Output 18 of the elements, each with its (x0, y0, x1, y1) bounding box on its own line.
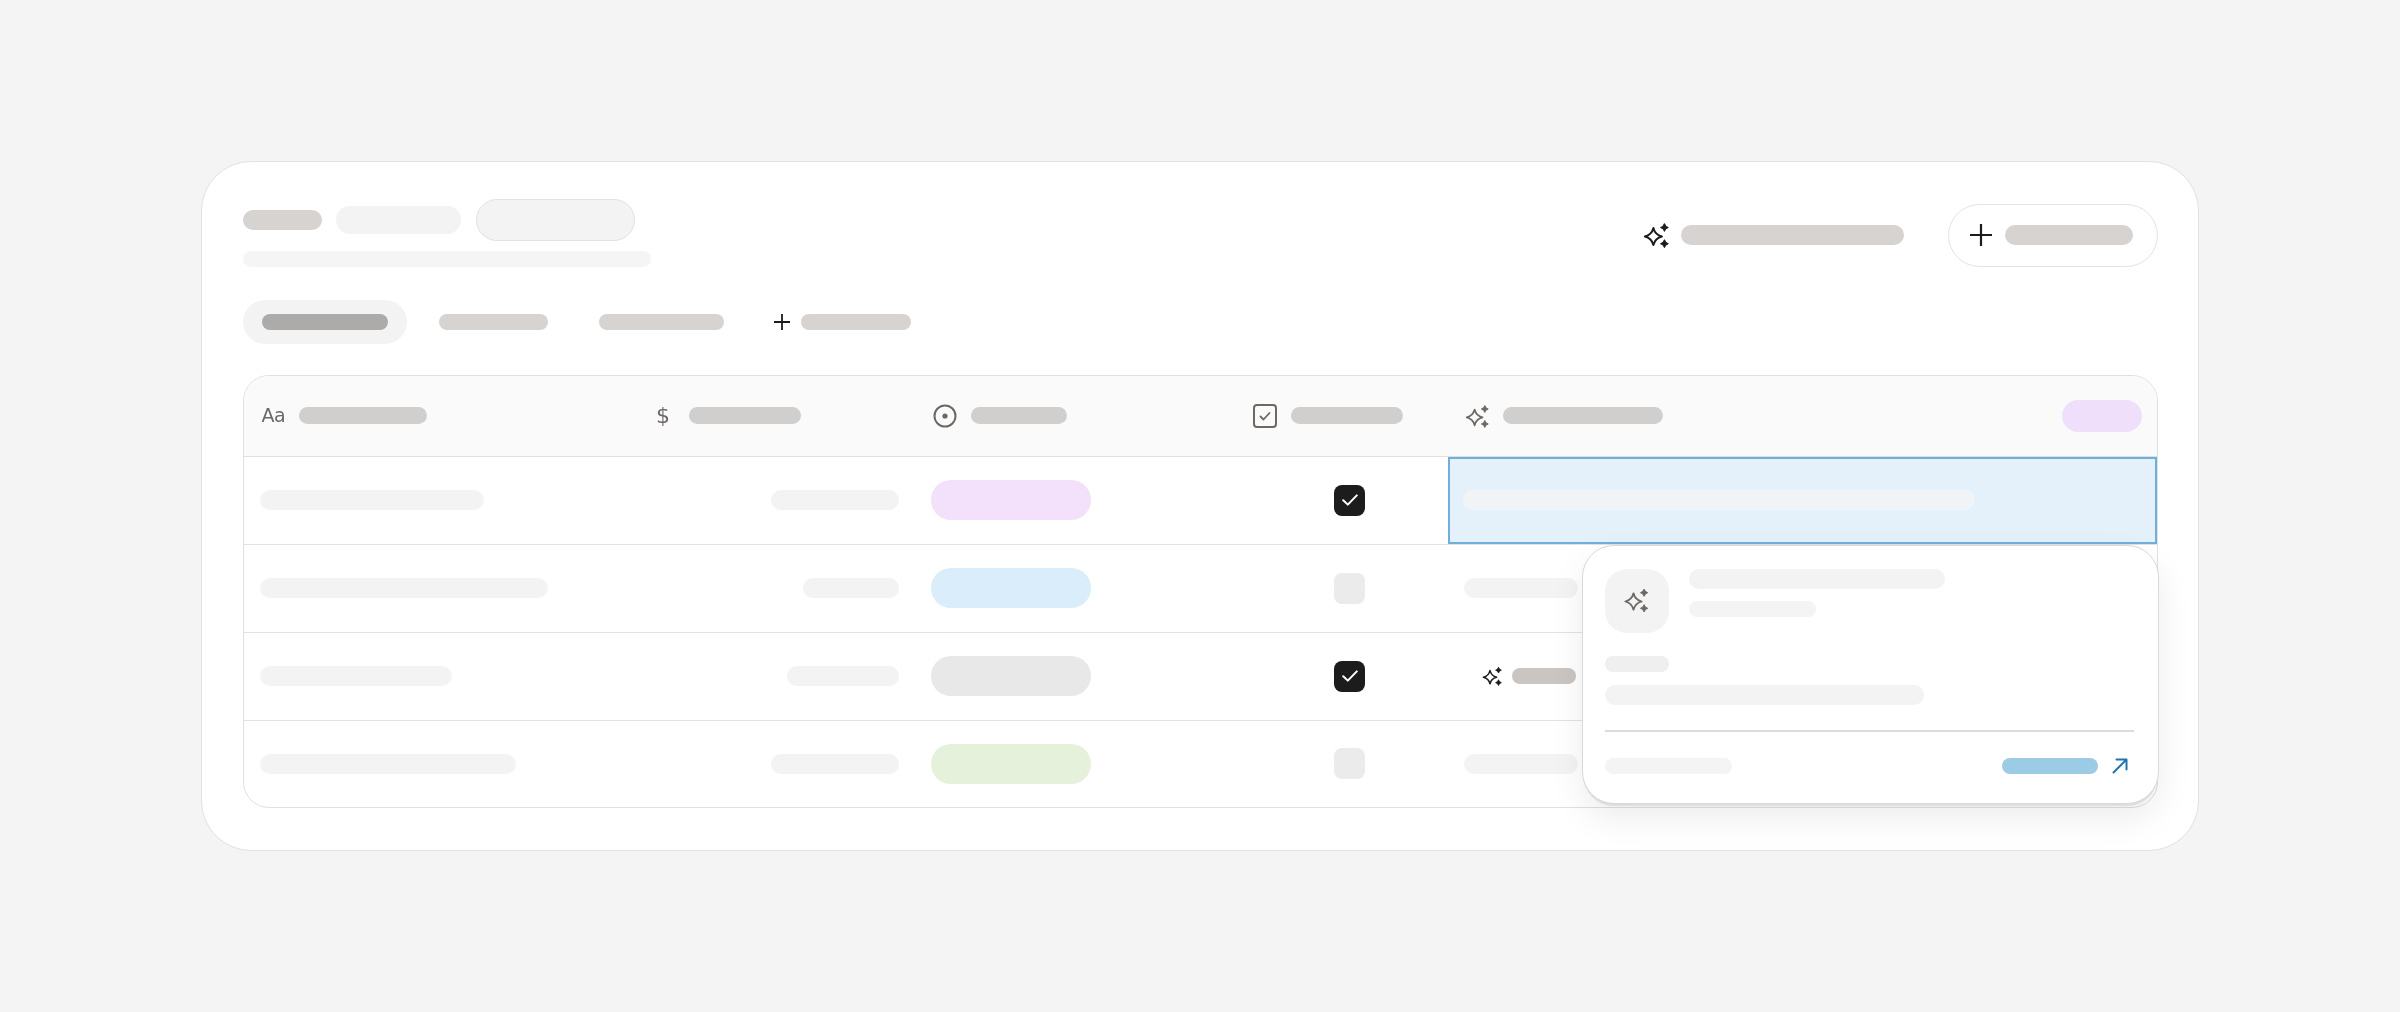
check-icon (1341, 494, 1358, 506)
sparkle-icon (1465, 403, 1489, 428)
open-link[interactable] (2001, 757, 2128, 774)
checkbox[interactable] (1334, 660, 1365, 692)
ai-button[interactable] (1642, 222, 1904, 248)
text-type-icon: Aa (261, 406, 286, 425)
tab[interactable] (242, 299, 407, 344)
checkbox[interactable] (1334, 484, 1365, 516)
plus-icon (773, 313, 790, 330)
sparkle-icon (1642, 222, 1669, 248)
circle-dot-icon (933, 403, 957, 428)
selected-cell[interactable] (1448, 456, 2157, 544)
currency-icon: $ (651, 404, 675, 427)
plus-icon (1969, 224, 1992, 246)
check-icon (1341, 670, 1358, 682)
arrow-icon (2111, 757, 2128, 774)
checkbox-icon (1253, 403, 1277, 428)
sparkle-icon (1605, 569, 1669, 633)
